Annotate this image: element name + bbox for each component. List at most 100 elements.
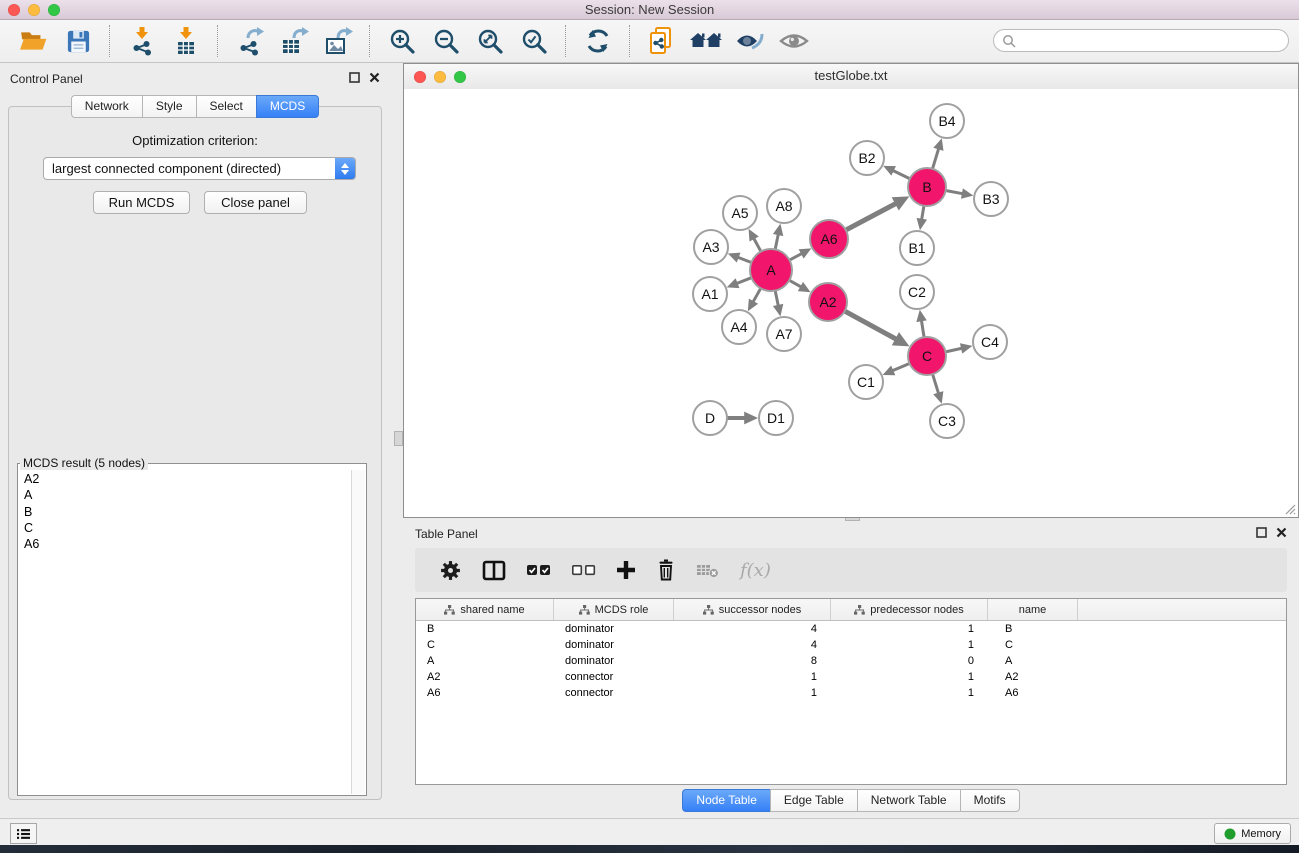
mcds-result-item[interactable]: C bbox=[19, 520, 351, 536]
save-session-button[interactable] bbox=[61, 23, 95, 59]
column-header-MCDS-role[interactable]: MCDS role bbox=[554, 599, 674, 620]
column-header-shared-name[interactable]: shared name bbox=[416, 599, 554, 620]
graph-node-D[interactable]: D bbox=[693, 401, 727, 435]
network-document-button[interactable] bbox=[645, 23, 679, 59]
graph-edge-A-A7[interactable] bbox=[775, 291, 778, 307]
memory-button[interactable]: Memory bbox=[1214, 823, 1291, 844]
tab-node-table[interactable]: Node Table bbox=[682, 789, 770, 812]
column-chooser-button[interactable] bbox=[482, 560, 506, 581]
graph-edge-C-C2[interactable] bbox=[921, 319, 924, 337]
home-button[interactable] bbox=[689, 23, 723, 59]
table-cell[interactable]: 1 bbox=[831, 621, 988, 637]
graph-node-A6[interactable]: A6 bbox=[810, 220, 848, 258]
refresh-button[interactable] bbox=[581, 23, 615, 59]
table-cell[interactable]: 1 bbox=[674, 685, 831, 701]
import-network-button[interactable] bbox=[125, 23, 159, 59]
graph-edge-B-B1[interactable] bbox=[921, 206, 923, 221]
graph-node-A1[interactable]: A1 bbox=[693, 277, 727, 311]
table-cell[interactable]: connector bbox=[554, 669, 674, 685]
graph-edge-A-A1[interactable] bbox=[736, 278, 752, 284]
zoom-in-button[interactable] bbox=[385, 23, 419, 59]
zoom-fit-button[interactable] bbox=[473, 23, 507, 59]
graph-edge-A-A4[interactable] bbox=[753, 288, 761, 303]
graph-edge-B-B4[interactable] bbox=[933, 147, 939, 168]
graph-node-A8[interactable]: A8 bbox=[767, 189, 801, 223]
deselect-all-rows-button[interactable] bbox=[571, 561, 596, 579]
graph-edge-A-A6[interactable] bbox=[790, 253, 803, 260]
table-cell[interactable]: A6 bbox=[416, 685, 554, 701]
graph-node-C2[interactable]: C2 bbox=[900, 275, 934, 309]
table-cell[interactable]: A bbox=[416, 653, 554, 669]
graph-node-A5[interactable]: A5 bbox=[723, 196, 757, 230]
graph-edge-C-C1[interactable] bbox=[891, 363, 909, 371]
mcds-result-item[interactable]: B bbox=[19, 504, 351, 520]
table-cell[interactable]: A bbox=[988, 653, 1078, 669]
table-row[interactable]: Adominator80A bbox=[416, 653, 1286, 669]
mcds-result-item[interactable]: A6 bbox=[19, 536, 351, 552]
table-cell[interactable]: connector bbox=[554, 685, 674, 701]
delete-table-button[interactable] bbox=[696, 561, 720, 579]
table-cell[interactable]: 4 bbox=[674, 621, 831, 637]
table-row[interactable]: A6connector11A6 bbox=[416, 685, 1286, 701]
export-table-button[interactable] bbox=[277, 23, 311, 59]
graph-edge-C-C3[interactable] bbox=[933, 374, 939, 394]
show-details-button[interactable] bbox=[777, 23, 811, 59]
graph-edge-C-C4[interactable] bbox=[946, 348, 964, 352]
tab-mcds[interactable]: MCDS bbox=[256, 95, 319, 118]
graph-node-B1[interactable]: B1 bbox=[900, 231, 934, 265]
table-cell[interactable]: A2 bbox=[416, 669, 554, 685]
tab-edge-table[interactable]: Edge Table bbox=[770, 789, 857, 812]
hide-details-button[interactable] bbox=[733, 23, 767, 59]
graph-node-C3[interactable]: C3 bbox=[930, 404, 964, 438]
mcds-result-item[interactable]: A bbox=[19, 487, 351, 503]
graph-node-A[interactable]: A bbox=[750, 249, 792, 291]
table-cell[interactable]: C bbox=[988, 637, 1078, 653]
zoom-selected-button[interactable] bbox=[517, 23, 551, 59]
graph-edge-B-B3[interactable] bbox=[946, 191, 964, 194]
table-cell[interactable]: C bbox=[416, 637, 554, 653]
resize-grip-icon[interactable] bbox=[1282, 501, 1296, 515]
column-header-successor-nodes[interactable]: successor nodes bbox=[674, 599, 831, 620]
optimization-criterion-select[interactable]: largest connected component (directed) bbox=[43, 157, 356, 180]
graph-node-A7[interactable]: A7 bbox=[767, 317, 801, 351]
table-row[interactable]: A2connector11A2 bbox=[416, 669, 1286, 685]
search-input[interactable] bbox=[993, 29, 1289, 52]
graph-node-B4[interactable]: B4 bbox=[930, 104, 964, 138]
float-panel-button[interactable] bbox=[349, 72, 360, 83]
float-table-panel-button[interactable] bbox=[1256, 527, 1267, 538]
graph-node-A3[interactable]: A3 bbox=[694, 230, 728, 264]
table-cell[interactable]: 0 bbox=[831, 653, 988, 669]
run-mcds-button[interactable]: Run MCDS bbox=[93, 191, 190, 214]
graph-node-C[interactable]: C bbox=[908, 337, 946, 375]
table-cell[interactable]: A6 bbox=[988, 685, 1078, 701]
network-window-titlebar[interactable]: testGlobe.txt bbox=[404, 64, 1298, 90]
graph-edge-A-A8[interactable] bbox=[775, 233, 778, 249]
close-panel-button-inline[interactable]: Close panel bbox=[204, 191, 307, 214]
table-cell[interactable]: 8 bbox=[674, 653, 831, 669]
graph-node-A2[interactable]: A2 bbox=[809, 283, 847, 321]
close-table-panel-button[interactable] bbox=[1276, 527, 1287, 538]
column-header-name[interactable]: name bbox=[988, 599, 1078, 620]
function-builder-button[interactable]: f(x) bbox=[740, 560, 771, 581]
open-session-button[interactable] bbox=[17, 23, 51, 59]
graph-edge-A-A2[interactable] bbox=[789, 280, 802, 287]
select-all-rows-button[interactable] bbox=[526, 561, 551, 579]
tab-motifs[interactable]: Motifs bbox=[960, 789, 1020, 812]
table-cell[interactable]: A2 bbox=[988, 669, 1078, 685]
table-row[interactable]: Bdominator41B bbox=[416, 621, 1286, 637]
column-header-predecessor-nodes[interactable]: predecessor nodes bbox=[831, 599, 988, 620]
panel-splitter-handle[interactable] bbox=[394, 431, 403, 446]
zoom-out-button[interactable] bbox=[429, 23, 463, 59]
table-cell[interactable]: 1 bbox=[831, 637, 988, 653]
export-network-button[interactable] bbox=[233, 23, 267, 59]
network-canvas[interactable]: B4B2BB3A8A5A6A3B1AC2A1A2A4A7C4CC1DD1C3 bbox=[404, 89, 1298, 517]
delete-row-button[interactable] bbox=[656, 559, 676, 581]
table-cell[interactable]: 1 bbox=[831, 669, 988, 685]
table-cell[interactable]: dominator bbox=[554, 653, 674, 669]
tab-network-table[interactable]: Network Table bbox=[857, 789, 960, 812]
task-history-button[interactable] bbox=[10, 823, 37, 844]
table-settings-button[interactable] bbox=[439, 559, 462, 582]
graph-node-B[interactable]: B bbox=[908, 168, 946, 206]
graph-node-A4[interactable]: A4 bbox=[722, 310, 756, 344]
network-graph[interactable]: B4B2BB3A8A5A6A3B1AC2A1A2A4A7C4CC1DD1C3 bbox=[404, 89, 1298, 517]
